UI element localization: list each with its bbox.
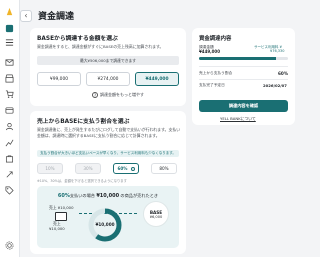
amount-card: BASEから調達する金額を選ぶ 資金調達をすると、調達金額がすぐにBASEの売上…: [30, 28, 186, 106]
bag-icon[interactable]: [4, 153, 15, 164]
cart-icon[interactable]: [4, 89, 15, 100]
menu-icon[interactable]: [4, 37, 15, 48]
tag-icon[interactable]: [4, 185, 15, 196]
fee-value: ¥76,330: [270, 49, 285, 53]
rate-label: 売上から支払う割合: [199, 71, 233, 75]
amount-option-2[interactable]: ¥274,000: [86, 72, 130, 86]
home-icon[interactable]: [4, 23, 15, 34]
rate-option-60-label: 60%: [117, 166, 128, 171]
divider: [199, 79, 288, 80]
amount-option-1[interactable]: ¥99,000: [37, 72, 81, 86]
card-icon[interactable]: [4, 105, 15, 116]
gear-icon[interactable]: [4, 240, 15, 251]
link-icon[interactable]: [4, 169, 15, 180]
chart-icon[interactable]: [4, 137, 15, 148]
rate-note: ※10%、30%は、金額を下げると選択できるようになります: [37, 179, 127, 183]
rate-option-60[interactable]: 60%: [113, 163, 139, 174]
mail-icon[interactable]: [4, 57, 15, 68]
summary-progress: [199, 57, 288, 60]
sales-sub: 売上 ¥10,000: [49, 221, 65, 231]
page-title: 資金調達: [38, 12, 75, 22]
simulation-amount: ¥10,000: [96, 193, 120, 199]
sales-sub-2: ¥10,000: [49, 226, 65, 231]
summary-title: 資金調達内容: [199, 36, 232, 42]
sidebar: [0, 0, 20, 257]
rate-option-30[interactable]: 30%: [75, 163, 101, 174]
simulation-pct: 60%: [57, 193, 70, 199]
more-amount-link[interactable]: ? 調達金額をもっと増やす: [92, 92, 144, 98]
chevron-left-icon: ‹: [24, 11, 28, 20]
confirm-button[interactable]: 調達内容を確認: [199, 100, 288, 112]
date-value: 2026/02/07: [263, 83, 287, 88]
simulation-mid: 支払いの場合: [69, 193, 97, 198]
more-amount-label: 調達金額をもっと増やす: [100, 92, 144, 97]
summary-progress-fill: [199, 57, 276, 60]
rate-option-80[interactable]: 80%: [151, 163, 177, 174]
rate-option-10[interactable]: 10%: [37, 163, 63, 174]
payback-notice: 支払う割合が大きいほど支払いペースが早くなり、サービス利用料も少なくなります。: [37, 150, 179, 157]
amount-section-title: BASEから調達する金額を選ぶ: [37, 36, 118, 42]
back-button[interactable]: ‹: [20, 9, 32, 22]
logo-icon[interactable]: [4, 6, 15, 17]
radio-selected-icon: [130, 166, 135, 171]
store-icon[interactable]: [4, 73, 15, 84]
simulation-heading: 60%支払いの場合 ¥10,000 の商品が売れたとき: [37, 193, 179, 199]
amount-value: ¥449,000: [199, 49, 221, 54]
info-icon: ?: [92, 92, 98, 98]
yell-bank-link[interactable]: YELL BANKについて: [220, 116, 256, 122]
max-amount-banner: 最大¥506,000まで調達できます: [37, 56, 179, 65]
page-header: ‹ 資金調達: [20, 9, 74, 22]
date-label: 支払完了予定日: [199, 83, 225, 87]
base-amount: ¥6,000: [149, 214, 163, 219]
register-icon: [55, 212, 67, 221]
payback-simulation: 60%支払いの場合 ¥10,000 の商品が売れたとき 売上 ¥10,000 売…: [37, 186, 179, 248]
payback-card: 売上からBASEに支払う割合を選ぶ 資金調達後に、売上が発生するたびにログして自…: [30, 111, 186, 254]
payback-section-desc: 資金調達後に、売上が発生するたびにログして自動で支払いが行われます。支払い金額は…: [37, 127, 181, 138]
users-icon[interactable]: [4, 121, 15, 132]
summary-card: 資金調達内容 調達金額 ¥449,000 サービス利用料 ¥ ¥76,330 売…: [192, 28, 295, 125]
base-circle: BASE ¥6,000: [143, 201, 169, 227]
rate-value: 60%: [278, 71, 289, 76]
payback-section-title: 売上からBASEに支払う割合を選ぶ: [37, 119, 130, 125]
divider: [199, 66, 288, 67]
simulation-diagram: 売上 ¥10,000 売上 ¥10,000 ¥10,000 BASE ¥6,00…: [37, 201, 179, 245]
amount-option-3[interactable]: ¥449,000: [135, 72, 179, 86]
simulation-tail: の商品が売れたとき: [119, 193, 159, 198]
amount-section-desc: 資金調達をすると、調達金額がすぐにBASEの売上残高に加算されます。: [37, 44, 164, 49]
donut-center: ¥10,000: [95, 222, 115, 227]
sales-label: 売上 ¥10,000: [49, 205, 74, 210]
